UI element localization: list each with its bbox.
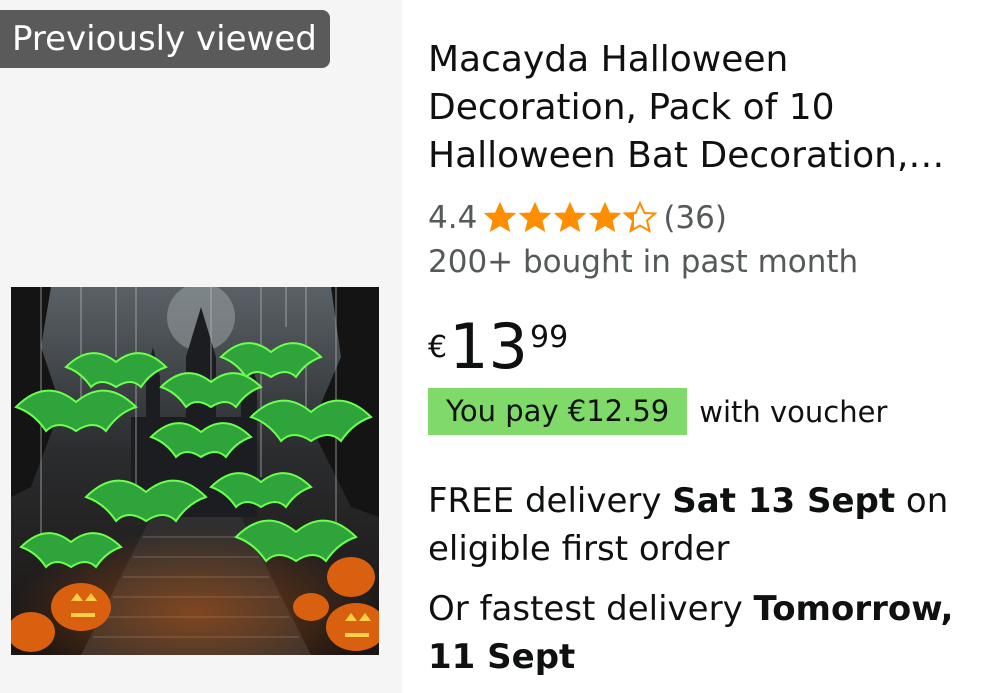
star-icon — [554, 201, 587, 233]
rating-value: 4.4 — [428, 200, 478, 236]
previously-viewed-badge: Previously viewed — [0, 10, 330, 68]
fastest-prefix: Or fastest delivery — [428, 589, 754, 629]
star-rating-icon — [484, 201, 658, 234]
delivery-date: Sat 13 Sept — [672, 481, 896, 521]
voucher-badge: You pay €12.59 — [428, 388, 688, 435]
price-fraction: 99 — [530, 320, 569, 355]
product-card[interactable]: Previously viewed Macayda Halloween Deco… — [0, 0, 993, 693]
rating-row[interactable]: 4.4 (36) — [428, 200, 727, 236]
product-image-panel[interactable]: Previously viewed — [0, 0, 402, 693]
star-icon — [589, 201, 622, 233]
voucher-row: You pay €12.59 with voucher — [428, 388, 887, 435]
voucher-suffix: with voucher — [699, 394, 888, 429]
delivery-prefix: FREE delivery — [428, 481, 673, 521]
price: € 13 99 — [428, 316, 568, 378]
product-details: Macayda Halloween Decoration, Pack of 10… — [402, 0, 993, 693]
price-whole: 13 — [449, 310, 528, 383]
star-icon — [519, 201, 552, 233]
rating-count[interactable]: (36) — [663, 200, 727, 236]
product-title[interactable]: Macayda Halloween Decoration, Pack of 10… — [428, 36, 983, 180]
fastest-delivery-info: Or fastest delivery Tomorrow, 11 Sept — [428, 585, 993, 681]
delivery-info: FREE delivery Sat 13 Sept on eligible fi… — [428, 477, 993, 573]
star-rating — [483, 201, 658, 235]
star-icon — [484, 201, 517, 233]
halloween-bats-product-image-icon — [11, 287, 379, 655]
price-currency: € — [428, 330, 448, 365]
product-image[interactable] — [11, 287, 379, 655]
bought-count: 200+ bought in past month — [428, 244, 859, 280]
